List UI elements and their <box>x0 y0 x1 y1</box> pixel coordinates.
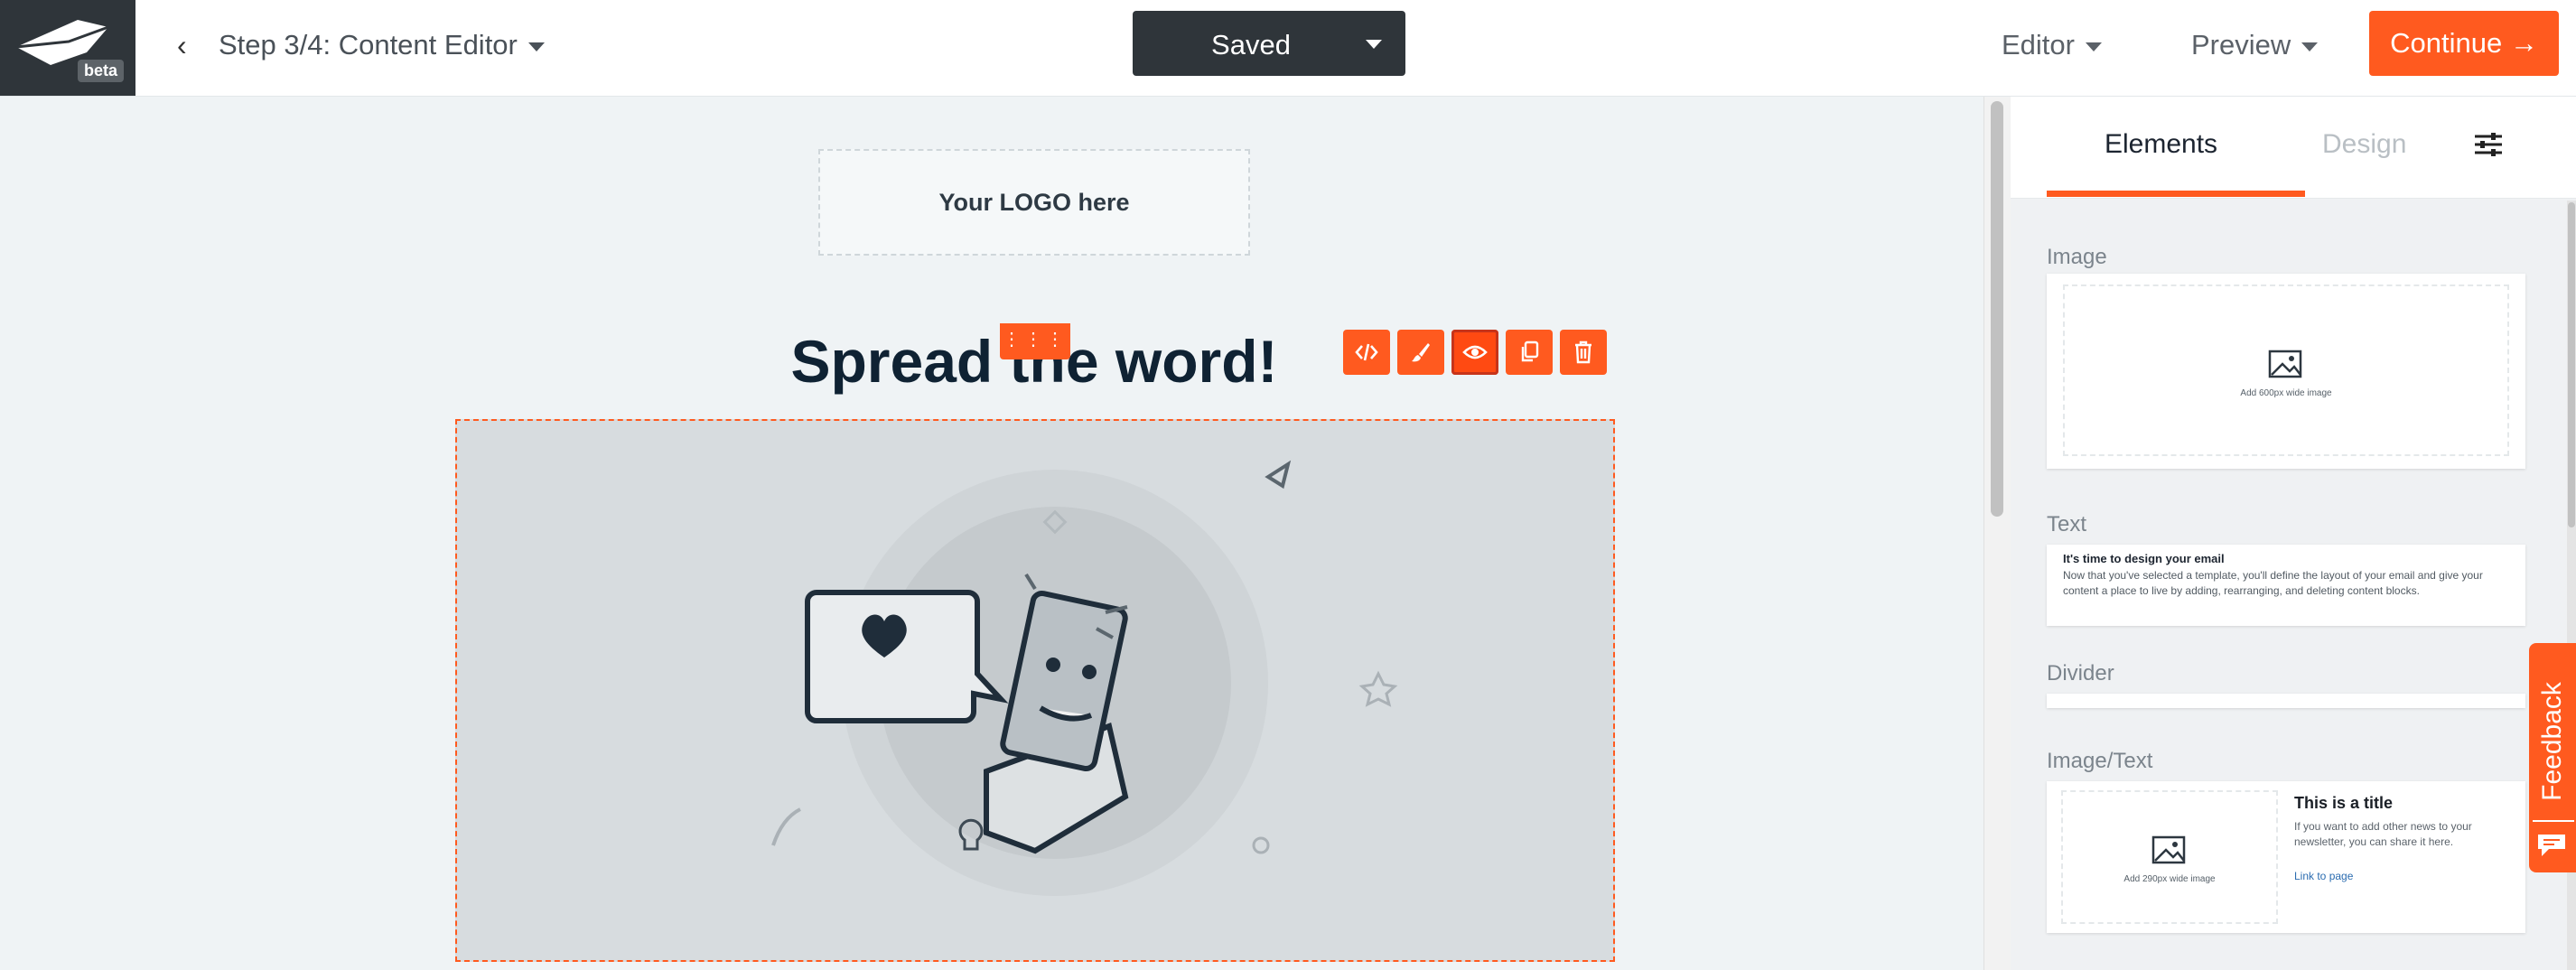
drag-handle[interactable]: ⋮⋮⋮ <box>1000 323 1070 359</box>
feedback-tab[interactable]: Feedback <box>2529 643 2576 872</box>
chat-bubble-icon <box>2533 820 2574 867</box>
image-text-element-card[interactable]: Add 290px wide image This is a title If … <box>2047 781 2525 933</box>
feedback-label: Feedback <box>2537 682 2567 801</box>
preview-menu-label: Preview <box>2191 29 2291 61</box>
caret-down-icon <box>2301 42 2319 51</box>
save-status-label: Saved <box>1211 29 1291 61</box>
divider-section-label: Divider <box>2047 661 2114 686</box>
panel-tabs: Elements Design <box>2011 97 2576 199</box>
text-element-card[interactable]: It's time to design your email Now that … <box>2047 545 2525 626</box>
speech-bubble-icon <box>805 590 1009 723</box>
image-text-section-label: Image/Text <box>2047 749 2153 773</box>
image-placeholder-icon <box>2151 835 2186 864</box>
canvas-scrollbar-thumb[interactable] <box>1991 101 2003 517</box>
sliders-icon[interactable] <box>2473 131 2504 158</box>
selected-image-block[interactable] <box>455 419 1615 962</box>
tab-design[interactable]: Design <box>2322 129 2406 160</box>
caret-down-icon <box>2085 42 2102 51</box>
copy-icon <box>1521 340 1539 361</box>
trash-icon <box>1575 340 1591 363</box>
top-bar: beta ‹ Step 3/4: Content Editor Saved Ed… <box>0 0 2576 97</box>
tab-elements[interactable]: Elements <box>2105 129 2217 160</box>
image-text-body: If you want to add other news to your ne… <box>2294 820 2472 848</box>
eye-icon <box>1462 345 1488 359</box>
image-text-caption: Add 290px wide image <box>2123 874 2216 884</box>
app-logo[interactable]: beta <box>0 0 135 96</box>
caret-down-icon <box>527 42 545 51</box>
image-placeholder-icon <box>2268 350 2302 378</box>
text-section-label: Text <box>2047 512 2087 536</box>
image-text-title: This is a title <box>2294 794 2394 812</box>
email-canvas: Your LOGO here Spread the word! <box>0 97 1983 970</box>
logo-placeholder[interactable]: Your LOGO here <box>818 149 1250 256</box>
delete-button[interactable] <box>1560 330 1607 375</box>
save-status-button[interactable]: Saved <box>1133 11 1405 76</box>
image-drop-area: Add 600px wide image <box>2063 284 2509 456</box>
visibility-button[interactable] <box>1451 330 1498 375</box>
divider-element-card[interactable] <box>2047 694 2525 708</box>
code-icon <box>1355 343 1378 361</box>
style-button[interactable] <box>1397 330 1444 375</box>
image-caption: Add 600px wide image <box>2240 388 2332 398</box>
preview-menu[interactable]: Preview <box>2191 29 2319 61</box>
elements-panel: Elements Design Image Add 600px wide ima… <box>2011 97 2576 970</box>
image-text-link: Link to page <box>2294 870 2354 882</box>
text-card-body: Now that you've selected a template, you… <box>2063 569 2483 597</box>
text-card-title: It's time to design your email <box>2063 552 2225 565</box>
active-tab-indicator <box>2047 191 2305 197</box>
editor-menu-label: Editor <box>2002 29 2075 61</box>
illustration-image <box>771 460 1398 896</box>
beta-badge: beta <box>78 60 125 82</box>
duplicate-button[interactable] <box>1506 330 1553 375</box>
image-text-drop-area: Add 290px wide image <box>2061 790 2278 924</box>
image-element-card[interactable]: Add 600px wide image <box>2047 274 2525 469</box>
caret-down-icon[interactable] <box>1366 40 1382 49</box>
code-button[interactable] <box>1343 330 1390 375</box>
brush-icon <box>1412 342 1430 362</box>
step-title-label: Step 3/4: Content Editor <box>219 29 518 61</box>
editor-menu[interactable]: Editor <box>2002 29 2102 61</box>
continue-button[interactable]: Continue → <box>2369 11 2559 76</box>
image-section-label: Image <box>2047 245 2107 269</box>
back-button[interactable]: ‹ <box>177 29 187 62</box>
step-dropdown[interactable]: Step 3/4: Content Editor <box>219 29 545 61</box>
panel-scrollbar-thumb[interactable] <box>2568 202 2575 527</box>
